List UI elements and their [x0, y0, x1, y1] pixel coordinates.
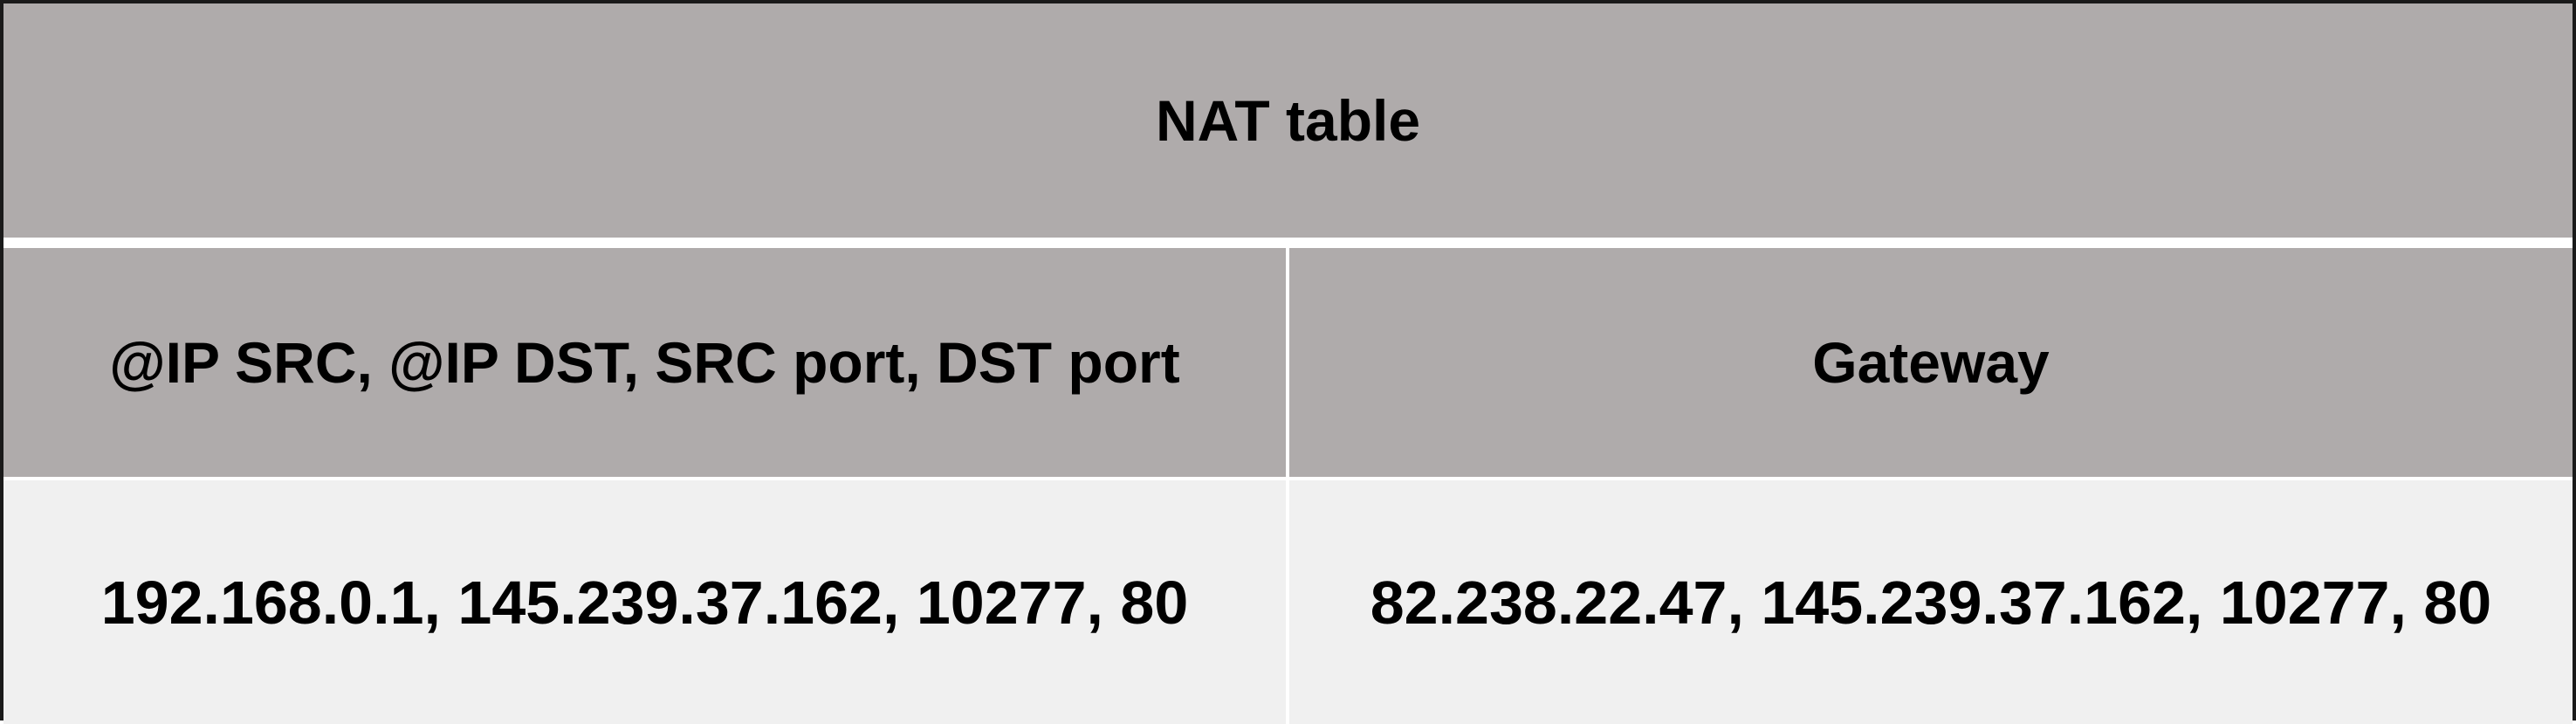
- table-cell-connection-value: 192.168.0.1, 145.239.37.162, 10277, 80: [100, 568, 1189, 637]
- table-title-row: NAT table: [3, 3, 2573, 238]
- table-row: 192.168.0.1, 145.239.37.162, 10277, 80 8…: [3, 480, 2573, 724]
- column-header-gateway-label: Gateway: [1812, 330, 2050, 395]
- column-header-connection-label: @IP SRC, @IP DST, SRC port, DST port: [109, 330, 1180, 395]
- column-header-gateway: Gateway: [1289, 248, 2573, 477]
- table-cell-gateway: 82.238.22.47, 145.239.37.162, 10277, 80: [1289, 480, 2573, 724]
- column-header-connection: @IP SRC, @IP DST, SRC port, DST port: [3, 248, 1286, 477]
- nat-table: NAT table @IP SRC, @IP DST, SRC port, DS…: [0, 0, 2576, 724]
- table-cell-gateway-value: 82.238.22.47, 145.239.37.162, 10277, 80: [1370, 568, 2492, 637]
- table-header-row: @IP SRC, @IP DST, SRC port, DST port Gat…: [3, 248, 2573, 477]
- table-cell-connection: 192.168.0.1, 145.239.37.162, 10277, 80: [3, 480, 1286, 724]
- table-title: NAT table: [1155, 88, 1421, 153]
